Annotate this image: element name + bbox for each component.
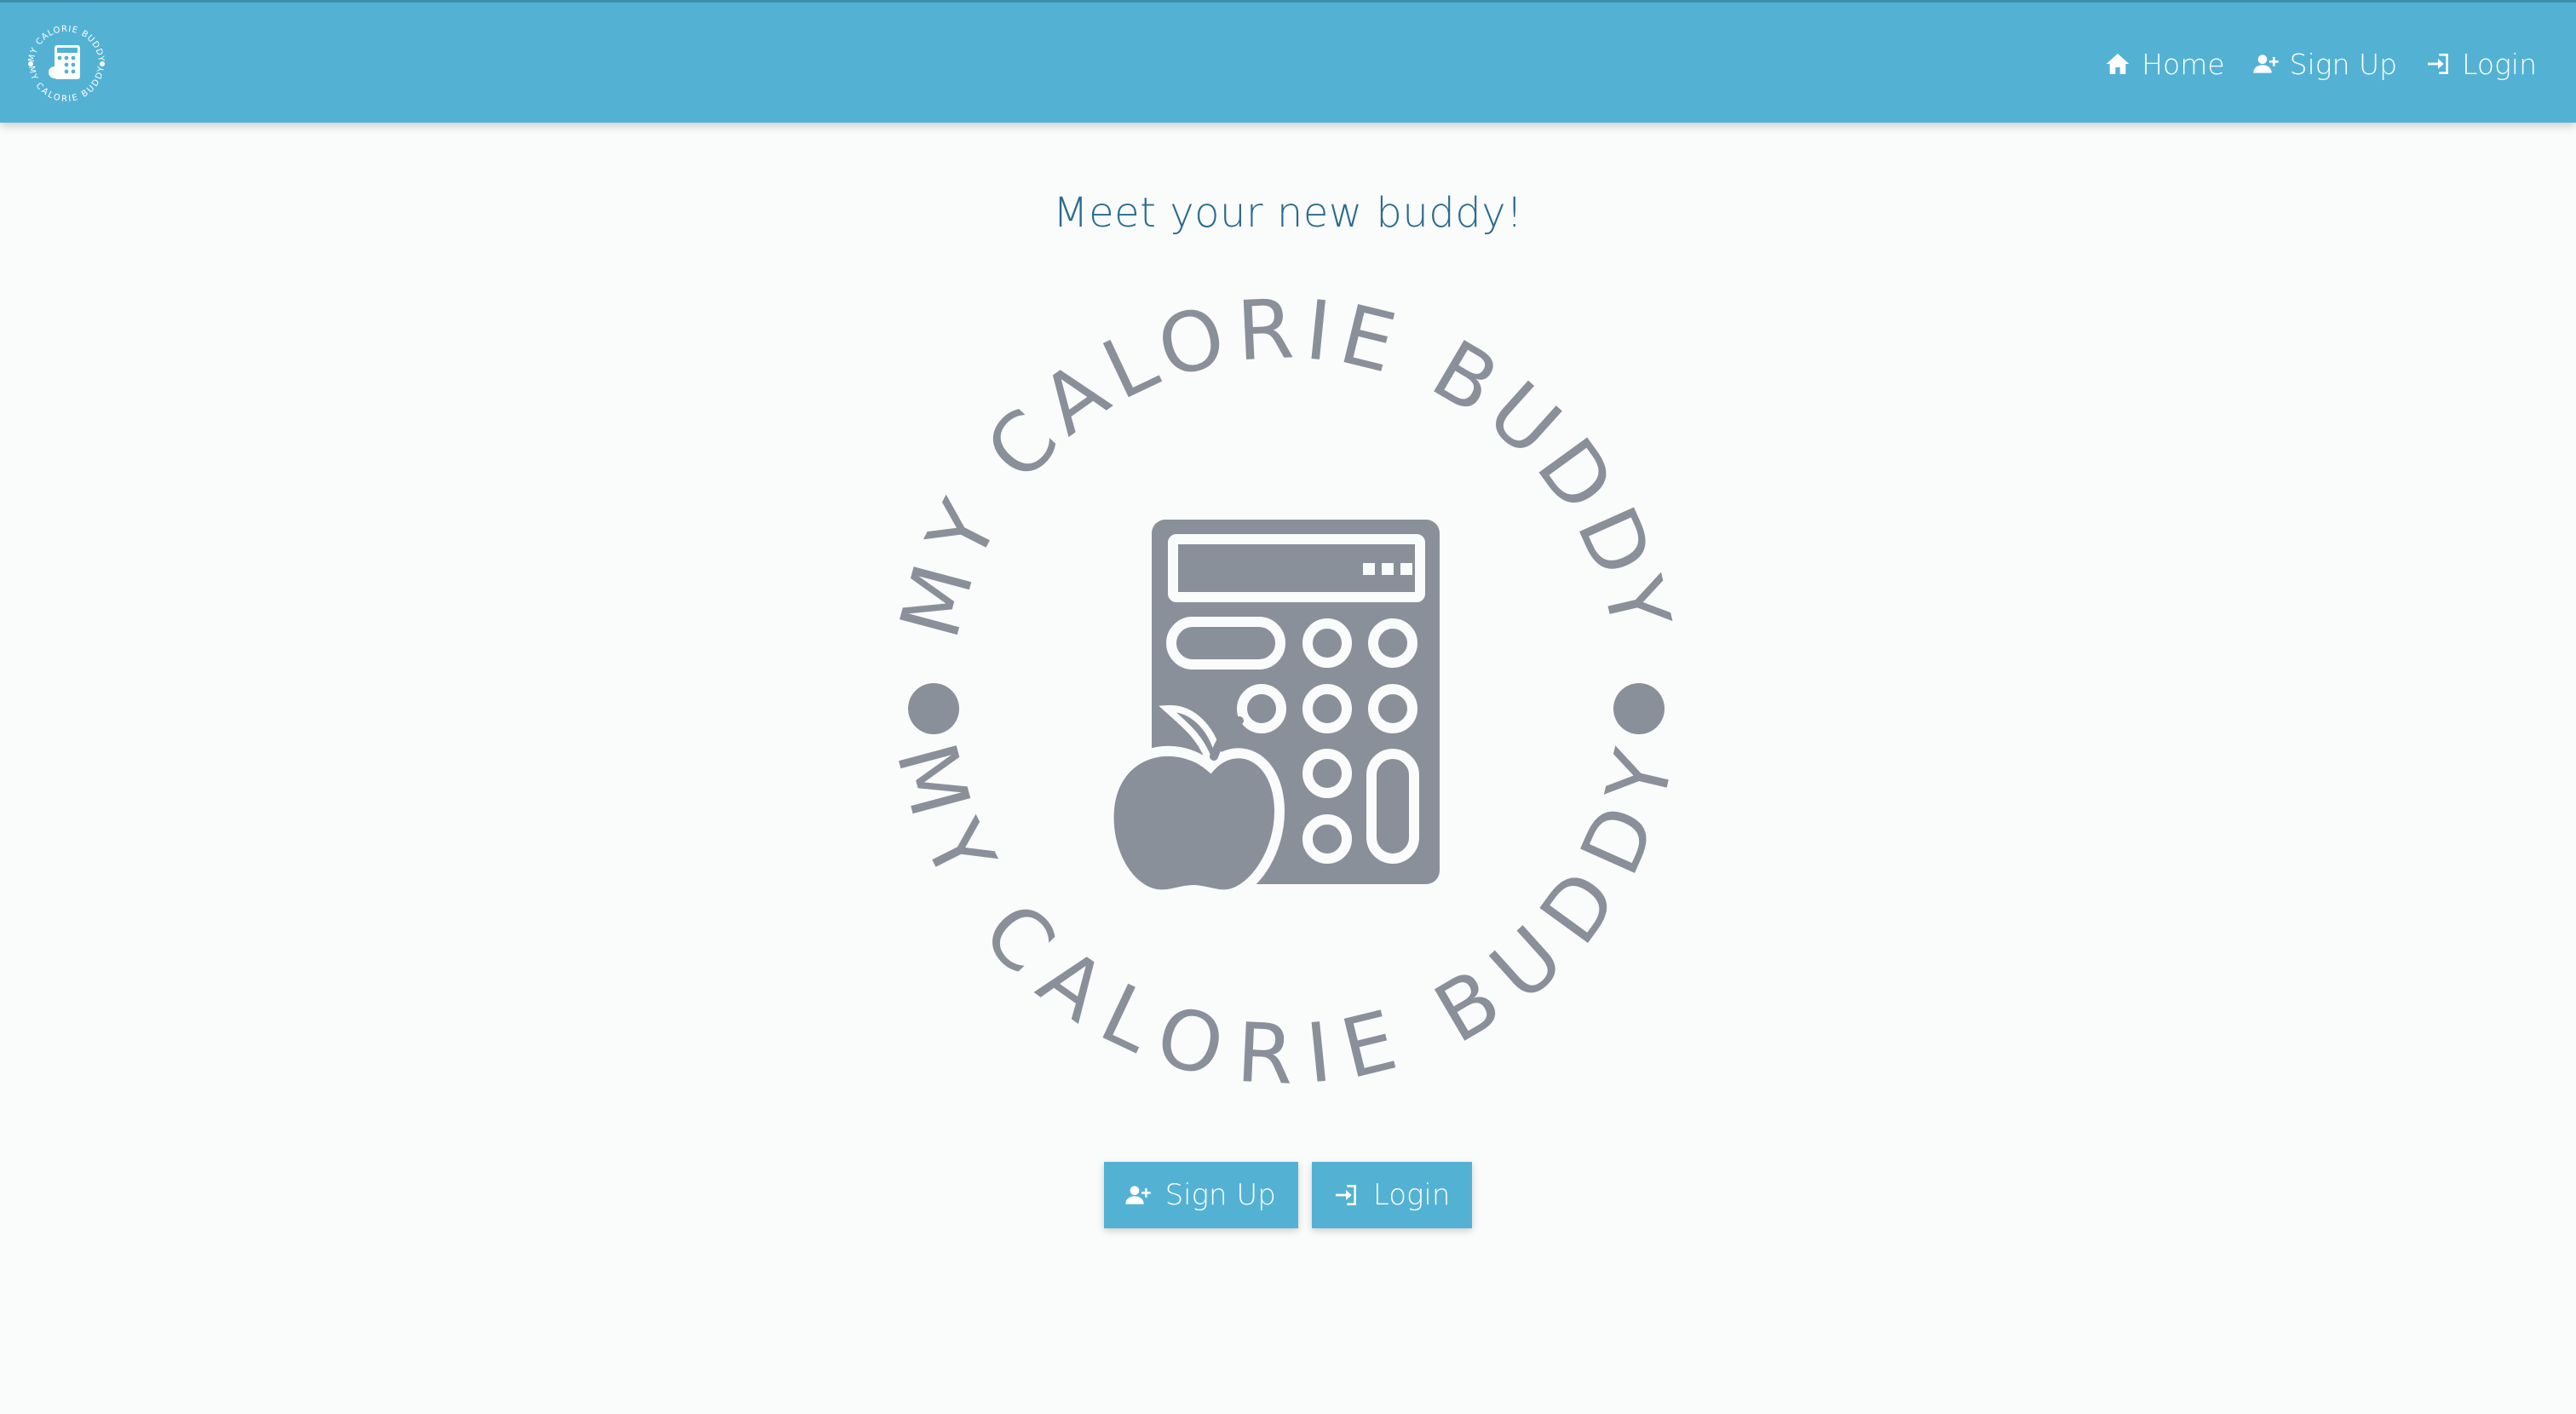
nav-signup-label: Sign Up (2289, 47, 2398, 81)
login-button-label: Login (1372, 1178, 1451, 1212)
nav-login-link[interactable]: Login (2424, 48, 2537, 81)
home-icon (2106, 54, 2130, 74)
nav-login-label: Login (2462, 47, 2537, 81)
logo-left-dot (908, 683, 959, 734)
login-icon (1335, 1185, 1356, 1205)
signup-button[interactable]: Sign Up (1103, 1162, 1298, 1228)
login-button[interactable]: Login (1311, 1162, 1473, 1228)
login-icon (2428, 54, 2449, 74)
navbar: MY CALORIE BUDDY MY CALORIE BUDDY Home S… (0, 0, 2576, 123)
signup-button-label: Sign Up (1164, 1178, 1276, 1212)
user-plus-icon (2253, 55, 2279, 73)
nav-links: Home Sign Up Login (2104, 3, 2537, 125)
user-plus-icon (1124, 1186, 1151, 1204)
page-title: Meet your new buddy! (1053, 189, 1523, 237)
calorie-buddy-logo: MY CALORIE BUDDY MY CALORIE BUDDY (886, 290, 1686, 1090)
nav-signup-link[interactable]: Sign Up (2252, 48, 2397, 81)
cta-row: Sign Up Login (0, 1162, 2576, 1228)
logo-right-dot (1613, 683, 1665, 734)
nav-home-label: Home (2142, 47, 2225, 81)
nav-home-link[interactable]: Home (2104, 47, 2225, 81)
brand-logo[interactable]: MY CALORIE BUDDY MY CALORIE BUDDY (22, 20, 111, 108)
